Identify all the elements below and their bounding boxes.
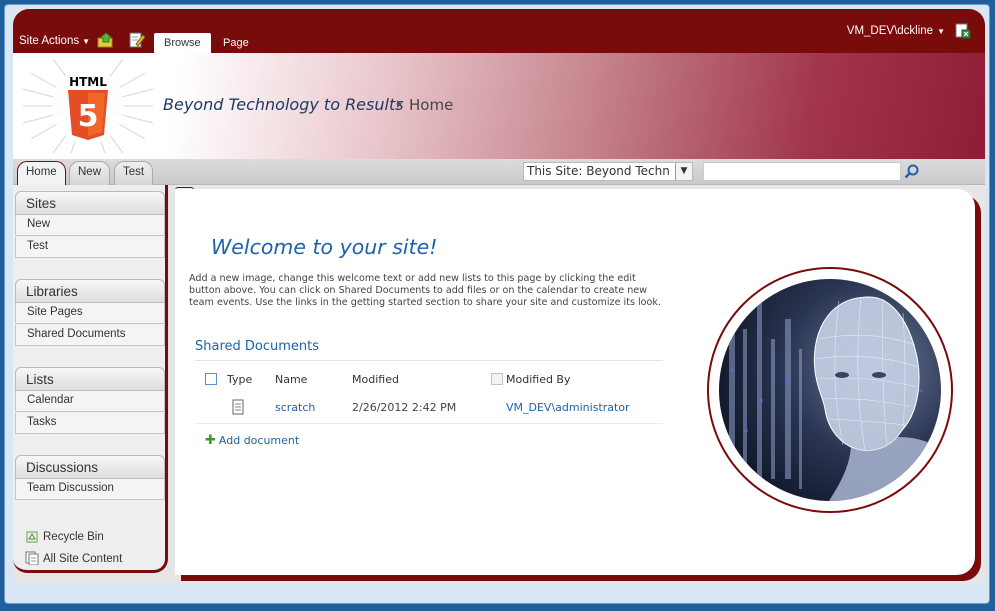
nav-tab-new-label: New <box>78 166 102 178</box>
chevron-down-icon: ▼ <box>937 27 945 36</box>
recycle-bin-label: Recycle Bin <box>43 531 104 543</box>
nav-tab-test[interactable]: Test <box>114 161 154 185</box>
all-site-content-label: All Site Content <box>43 553 123 565</box>
quick-launch-heading-label: Libraries <box>26 284 78 299</box>
shared-documents-webpart-title[interactable]: Shared Documents <box>195 339 319 354</box>
quick-launch-item-label: Test <box>27 240 49 252</box>
quick-launch-heading-label: Sites <box>26 196 57 211</box>
svg-text:5: 5 <box>78 99 99 134</box>
quick-launch-heading-lists[interactable]: Lists <box>15 367 165 391</box>
chevron-down-icon[interactable]: ▼ <box>675 163 692 180</box>
document-modified-by-link[interactable]: VM_DEV\administrator <box>506 401 630 414</box>
tab-page[interactable]: Page <box>213 33 259 53</box>
column-filter-checkbox <box>491 373 503 385</box>
chevron-down-icon: ▼ <box>82 37 91 46</box>
column-header-name[interactable]: Name <box>275 373 307 386</box>
quick-launch-item-label: New <box>27 218 51 230</box>
tab-browse-label: Browse <box>164 37 201 49</box>
site-image-frame <box>707 267 953 513</box>
site-actions-label: Site Actions <box>19 35 80 47</box>
quick-launch-item-test[interactable]: Test <box>15 237 165 258</box>
document-name-link[interactable]: scratch <box>275 401 315 414</box>
site-title[interactable]: Beyond Technology to Results <box>163 95 404 114</box>
browser-window: Site Actions ▼ Browse Page VM_DEV\dckline… <box>4 4 990 604</box>
main-content: Welcome to your site! Add a new image, c… <box>175 189 975 575</box>
add-document-link[interactable]: ✚ Add document <box>205 433 299 448</box>
top-navigation: Home New Test This Site: Beyond Techn ▼ <box>13 159 985 185</box>
nav-tab-new[interactable]: New <box>69 161 111 185</box>
sharepoint-page: Site Actions ▼ Browse Page VM_DEV\dckline… <box>13 9 985 583</box>
html5-logo-icon: HTML 5 <box>22 58 154 154</box>
site-logo[interactable]: HTML 5 <box>22 58 154 154</box>
navigate-up-icon[interactable] <box>97 32 115 48</box>
welcome-text: Add a new image, change this welcome tex… <box>189 273 662 308</box>
quick-launch-item-team-discussion[interactable]: Team Discussion <box>15 479 165 500</box>
ribbon-bar: Site Actions ▼ Browse Page VM_DEV\dckline… <box>13 9 985 53</box>
tab-page-label: Page <box>223 37 249 49</box>
quick-launch-heading-label: Discussions <box>26 460 99 475</box>
quick-launch-item-new[interactable]: New <box>15 215 165 236</box>
all-site-content-link[interactable]: All Site Content <box>25 551 123 566</box>
tab-browse[interactable]: Browse <box>154 33 211 53</box>
breadcrumb-current: Home <box>409 96 454 114</box>
search-icon[interactable] <box>903 163 921 181</box>
quick-launch-heading-discussions[interactable]: Discussions <box>15 455 165 479</box>
quick-launch-heading-libraries[interactable]: Libraries <box>15 279 165 303</box>
quick-launch: Sites New Test Libraries Site Pages Shar… <box>13 185 168 573</box>
column-header-modified[interactable]: Modified <box>352 373 399 386</box>
quick-launch-item-label: Team Discussion <box>27 482 114 494</box>
nav-tab-home-label: Home <box>26 166 57 178</box>
webpart-divider <box>195 360 663 361</box>
document-modified-date: 2/26/2012 2:42 PM <box>352 401 457 414</box>
edit-page-icon[interactable] <box>128 32 146 48</box>
digital-face-illustration <box>719 279 941 501</box>
add-document-label: Add document <box>218 434 300 447</box>
digital-face-image <box>719 279 941 501</box>
search-scope-value: This Site: Beyond Techn <box>527 164 670 178</box>
quick-launch-item-tasks[interactable]: Tasks <box>15 413 165 434</box>
row-divider <box>195 423 663 424</box>
quick-launch-heading-label: Lists <box>26 372 54 387</box>
select-all-checkbox[interactable] <box>205 373 217 385</box>
search-scope-select[interactable]: This Site: Beyond Techn ▼ <box>523 162 693 181</box>
column-header-type[interactable]: Type <box>227 373 252 386</box>
nav-tab-test-label: Test <box>123 166 145 178</box>
site-actions-menu[interactable]: Site Actions ▼ <box>19 35 90 47</box>
site-content-icon <box>25 551 39 566</box>
document-icon[interactable] <box>232 399 244 415</box>
search-input[interactable] <box>703 162 901 181</box>
quick-launch-item-label: Tasks <box>27 416 57 428</box>
welcome-heading: Welcome to your site! <box>211 235 438 259</box>
quick-launch-item-shared-documents[interactable]: Shared Documents <box>15 325 165 346</box>
quick-launch-item-calendar[interactable]: Calendar <box>15 391 165 412</box>
recycle-bin-link[interactable]: Recycle Bin <box>25 529 104 543</box>
svg-text:HTML: HTML <box>69 75 107 89</box>
nav-tab-home[interactable]: Home <box>17 161 66 185</box>
quick-launch-item-site-pages[interactable]: Site Pages <box>15 303 165 324</box>
quick-launch-item-label: Calendar <box>27 394 74 406</box>
recycle-bin-icon <box>26 531 38 543</box>
site-header: HTML 5 Beyond Technology to Results Home <box>13 53 985 159</box>
user-menu[interactable]: VM_DEV\dckline ▼ <box>847 25 945 37</box>
user-settings-icon[interactable] <box>955 23 971 39</box>
quick-launch-item-label: Site Pages <box>27 306 83 318</box>
quick-launch-heading-sites[interactable]: Sites <box>15 191 165 215</box>
user-name: VM_DEV\dckline <box>846 25 934 37</box>
column-header-modified-by[interactable]: Modified By <box>506 373 571 386</box>
quick-launch-item-label: Shared Documents <box>27 328 126 340</box>
plus-icon: ✚ <box>205 433 216 448</box>
breadcrumb-arrow-icon <box>397 100 402 108</box>
